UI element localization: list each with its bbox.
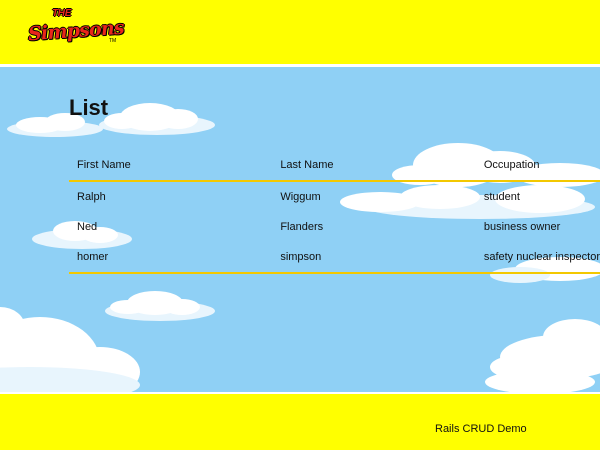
cell-first-name: Ralph [77,191,106,203]
cell-last-name: simpson [272,242,476,274]
cell-first-name: Ned [77,221,98,233]
cell-occupation: safety nuclear inspector [475,242,600,274]
table-row: homer simpson safety nuclear inspector [69,242,600,274]
cell-occupation: student [483,191,520,203]
footer-text: Rails CRUD Demo [435,423,527,435]
column-header-first-name: First Name [69,149,273,182]
cell-occupation: business owner [483,221,561,233]
cell-first-name: homer [69,242,273,274]
column-header-last-name: Last Name [272,149,476,182]
page-title: List [69,95,109,120]
table-row: Ralph Wiggum student [69,181,600,212]
simpsons-logo[interactable]: THE Simpsons TM [26,8,124,50]
site-header: THE Simpsons TM [0,0,600,64]
site-footer: Rails CRUD Demo [0,394,600,450]
table-header-row: First Name Last Name Occupation [69,149,600,182]
cell-last-name: Wiggum [280,191,321,203]
column-header-occupation: Occupation [475,149,600,182]
logo-the-text: THE [52,8,72,19]
people-table: First Name Last Name Occupation Ralph Wi… [69,149,600,274]
content-area: List First Name Last Name Occupation Ral… [0,67,600,392]
logo-trademark: TM [109,38,117,44]
cell-last-name: Flanders [280,221,324,233]
table-row: Ned Flanders business owner [69,212,600,242]
